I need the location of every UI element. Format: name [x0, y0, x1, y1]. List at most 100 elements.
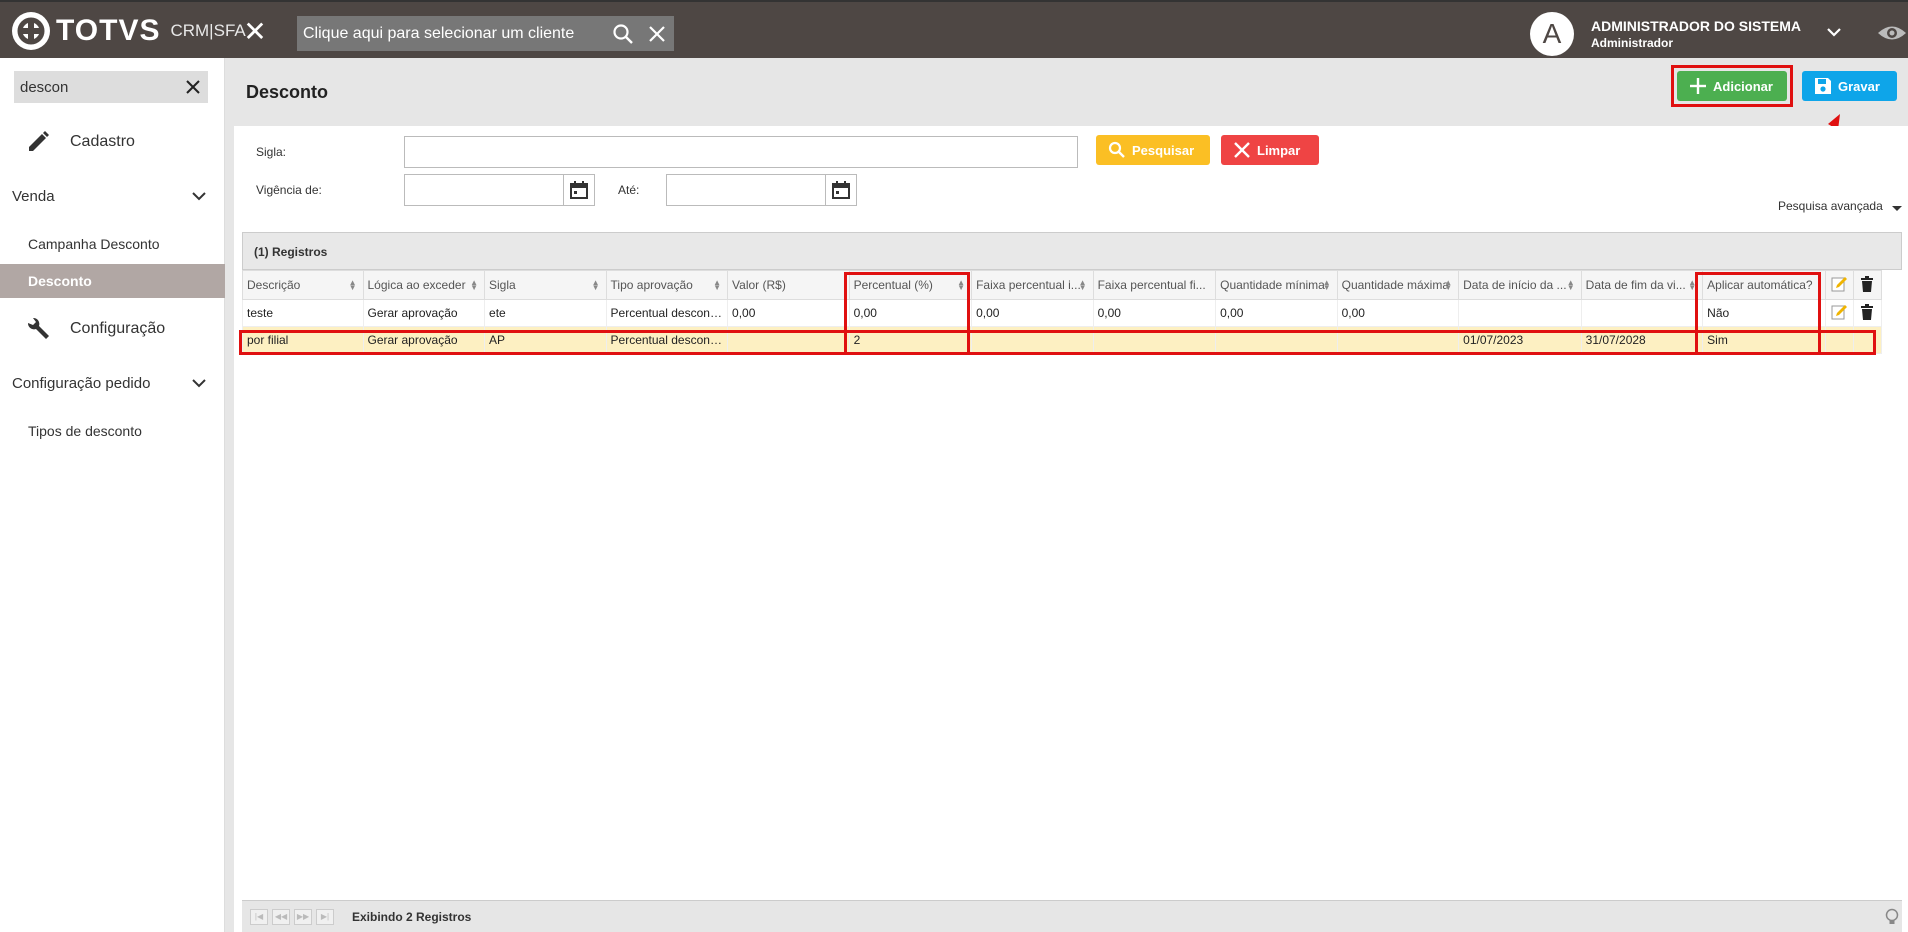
table-cell: 0,00 [848, 299, 973, 327]
trash-icon [1861, 275, 1874, 292]
sort-icon[interactable]: ▲ ▼ [1444, 279, 1452, 292]
column-header[interactable]: Tipo aprovação ▲ ▼ [605, 270, 729, 300]
table-cell: 0,00 [1336, 299, 1460, 327]
sort-icon[interactable]: ▲ ▼ [349, 279, 357, 292]
prev-page-button[interactable]: ◀◀ [272, 909, 290, 925]
sidebar-item-campanha-desconto[interactable]: Campanha Desconto [0, 227, 225, 261]
menu-search[interactable]: descon [14, 71, 208, 103]
sidebar-item-label: Desconto [28, 273, 92, 289]
sidebar-configuracao-label: Configuração [70, 320, 166, 337]
column-header-label: Quantidade mínima [1220, 278, 1325, 292]
first-page-button[interactable]: |◀ [250, 909, 268, 925]
sort-icon[interactable]: ▲ ▼ [470, 279, 478, 292]
brand-logo[interactable]: TOTVS CRM|SFA [12, 12, 246, 50]
sort-icon[interactable]: ▲ ▼ [1567, 279, 1575, 292]
page-title: Desconto [246, 82, 329, 102]
sidebar-item-tipos-desconto[interactable]: Tipos de desconto [0, 414, 225, 448]
caret-down-icon[interactable] [1892, 206, 1902, 211]
chevron-down-icon[interactable] [1824, 22, 1844, 42]
table-cell: 0,00 [727, 299, 850, 327]
clear-client-icon[interactable] [640, 16, 674, 51]
search-button[interactable]: Pesquisar [1096, 135, 1210, 165]
table-cell: 2 [848, 326, 973, 354]
avatar[interactable]: A [1530, 12, 1574, 56]
lightbulb-icon[interactable] [1884, 908, 1900, 926]
sidebar-cadastro[interactable]: Cadastro [0, 122, 225, 162]
edit-row-button[interactable] [1824, 299, 1854, 327]
close-icon[interactable]: ✕ [242, 18, 268, 46]
save-button[interactable]: Gravar [1802, 71, 1897, 101]
column-header[interactable]: Data de início da ... ▲ ▼ [1458, 270, 1582, 300]
sigla-input[interactable] [404, 136, 1078, 168]
advanced-search-link[interactable]: Pesquisa avançada [1778, 199, 1883, 213]
sidebar-group-config-pedido[interactable]: Configuração pedido [0, 365, 225, 401]
table-cell: 0,00 [1215, 299, 1338, 327]
sidebar-cadastro-label: Cadastro [70, 133, 135, 150]
column-header[interactable]: Sigla ▲ ▼ [484, 270, 607, 300]
chevron-down-icon [192, 379, 206, 388]
client-search[interactable]: Clique aqui para selecionar um cliente [297, 16, 674, 51]
column-header[interactable]: Descrição ▲ ▼ [242, 270, 364, 300]
brand-sub: CRM|SFA [170, 21, 246, 40]
highlight-box-add [1671, 65, 1793, 107]
column-header[interactable]: Valor (R$) [727, 270, 850, 300]
table-cell: 0,00 [971, 299, 1094, 327]
delete-column-header [1852, 270, 1883, 300]
clear-search-icon[interactable] [178, 71, 208, 103]
table-cell [971, 326, 1094, 354]
vigencia-de-input[interactable] [404, 174, 564, 206]
column-header-label: Aplicar automática? [1707, 278, 1813, 292]
table-row[interactable]: teste Gerar aprovação ete Percentual des… [242, 299, 1883, 327]
sidebar-item-desconto[interactable]: Desconto [0, 264, 225, 298]
table-cell [1215, 326, 1338, 354]
sidebar-group-venda[interactable]: Venda [0, 178, 225, 214]
delete-row-cell [1852, 326, 1883, 354]
menu-search-input[interactable]: descon [14, 79, 178, 96]
column-header[interactable]: Faixa percentual i... ▲ ▼ [971, 270, 1094, 300]
sort-icon[interactable]: ▲ ▼ [1323, 279, 1331, 292]
last-page-button[interactable]: ▶| [316, 909, 334, 925]
sort-icon[interactable]: ▲ ▼ [1688, 279, 1696, 292]
calendar-icon[interactable] [563, 174, 595, 206]
eye-icon[interactable] [1876, 20, 1908, 46]
column-header[interactable]: Quantidade máxima ▲ ▼ [1336, 270, 1460, 300]
floppy-disk-icon [1808, 77, 1838, 95]
column-header[interactable]: Aplicar automática? [1702, 270, 1826, 300]
column-header[interactable]: Percentual (%) ▲ ▼ [848, 270, 973, 300]
sigla-label: Sigla: [256, 145, 287, 159]
sort-icon[interactable]: ▲ ▼ [1079, 279, 1087, 292]
brand-name: TOTVS [56, 14, 161, 47]
sort-icon[interactable]: ▲ ▼ [713, 279, 721, 292]
column-header[interactable]: Lógica ao exceder ▲ ▼ [362, 270, 486, 300]
client-search-placeholder: Clique aqui para selecionar um cliente [303, 24, 575, 42]
calendar-icon[interactable] [825, 174, 857, 206]
ate-input[interactable] [666, 174, 826, 206]
column-header-label: Faixa percentual i... [976, 278, 1081, 292]
sort-icon[interactable]: ▲ ▼ [957, 279, 965, 292]
totvs-logo-mark [12, 12, 50, 50]
close-icon [1227, 141, 1257, 159]
record-count: Exibindo 2 Registros [352, 910, 472, 924]
next-page-button[interactable]: ▶▶ [294, 909, 312, 925]
pagination-bar: |◀ ◀◀ ▶▶ ▶| Exibindo 2 Registros [242, 900, 1902, 932]
sort-icon[interactable]: ▲ ▼ [592, 279, 600, 292]
edit-icon [1831, 304, 1848, 319]
column-header-label: Sigla [489, 278, 516, 292]
clear-button-label: Limpar [1257, 142, 1301, 158]
column-header[interactable]: Quantidade mínima ▲ ▼ [1215, 270, 1338, 300]
table-cell: 31/07/2028 [1580, 326, 1704, 354]
delete-row-button[interactable] [1852, 299, 1883, 327]
vigencia-label: Vigência de: [256, 183, 322, 197]
column-header[interactable]: Faixa percentual fi... [1092, 270, 1217, 300]
clear-button[interactable]: Limpar [1221, 135, 1319, 165]
table-cell [727, 326, 850, 354]
page-header: Desconto Adicionar Gravar [234, 58, 1908, 169]
sidebar-group-venda-label: Venda [12, 187, 55, 205]
sidebar-configuracao[interactable]: Configuração [0, 309, 225, 349]
header-row: Descrição ▲ ▼ Lógica ao exceder ▲ ▼ Sigla ▲ ▼ … [242, 270, 1883, 300]
column-header[interactable]: Data de fim da vi... ▲ ▼ [1580, 270, 1704, 300]
search-icon[interactable] [606, 16, 640, 51]
table-row[interactable]: por filial Gerar aprovação AP Percentual… [242, 326, 1883, 354]
chevron-down-icon [192, 192, 206, 201]
trash-icon [1861, 303, 1874, 320]
